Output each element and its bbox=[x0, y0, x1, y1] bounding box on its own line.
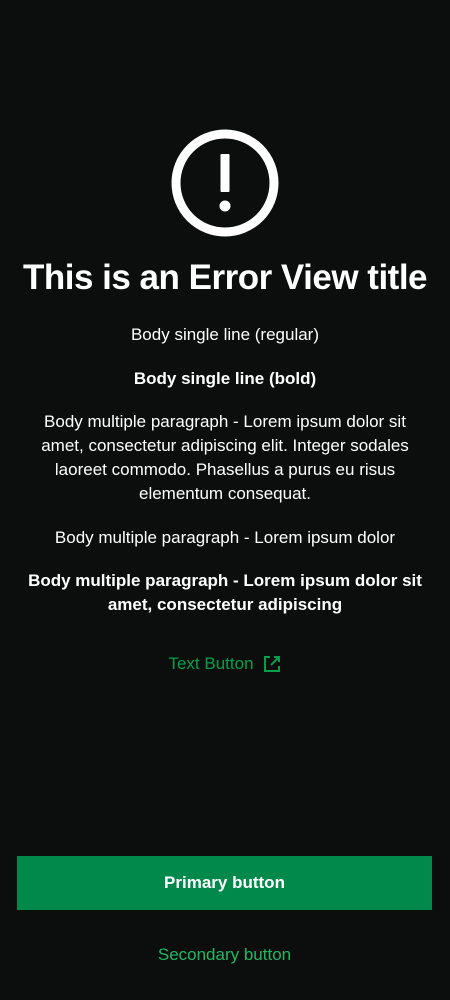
error-view-screen: This is an Error View title Body single … bbox=[0, 0, 450, 1000]
body-single-line-regular: Body single line (regular) bbox=[130, 325, 320, 344]
body-single-line-bold: Body single line (bold) bbox=[133, 369, 317, 388]
external-link-icon bbox=[263, 656, 280, 672]
body-paragraph-2: Body multiple paragraph - Lorem ipsum do… bbox=[54, 528, 396, 547]
primary-button[interactable]: Primary button bbox=[17, 856, 432, 910]
text-button-label: Text Button bbox=[168, 654, 254, 673]
text-button[interactable]: Text Button bbox=[0, 652, 450, 676]
body-paragraph-bold: Body multiple paragraph - Lorem ipsum do… bbox=[28, 571, 422, 614]
error-title: This is an Error View title bbox=[22, 258, 428, 297]
exclamation-circle-icon bbox=[171, 129, 279, 237]
secondary-button[interactable]: Secondary button bbox=[17, 938, 432, 972]
body-paragraph-1: Body multiple paragraph - Lorem ipsum do… bbox=[41, 412, 409, 503]
